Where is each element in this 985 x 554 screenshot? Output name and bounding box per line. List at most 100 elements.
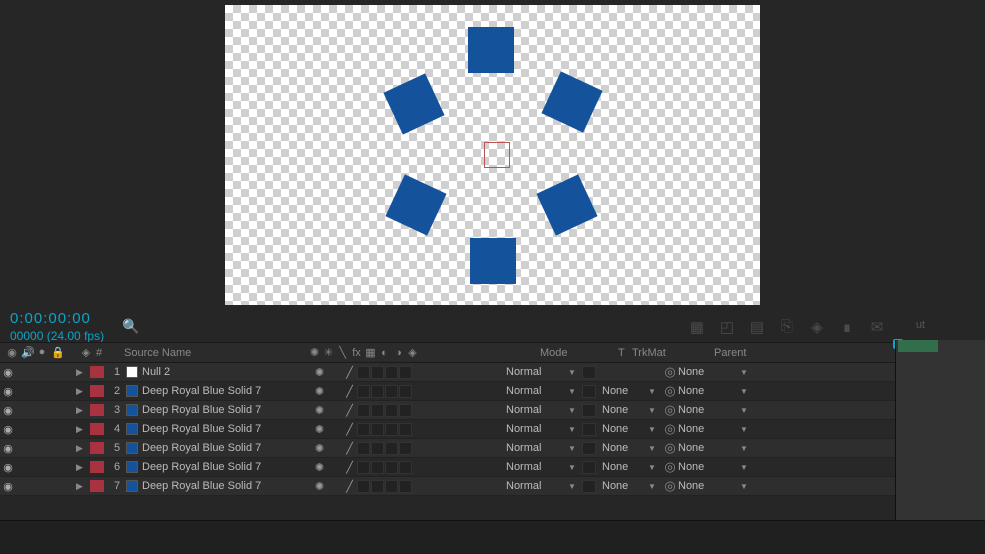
layer-row[interactable]: ◉▶3Deep Royal Blue Solid 7✺╱Normal▼None▼…	[0, 401, 985, 420]
switch-boxes[interactable]	[357, 366, 417, 379]
motion-blur-switch-icon[interactable]: ◐	[378, 347, 391, 359]
toolbar-icon[interactable]: ◰	[719, 318, 735, 336]
visibility-toggle[interactable]: ◉	[0, 480, 16, 493]
parent-dropdown[interactable]: None	[678, 385, 740, 397]
parent-dropdown[interactable]: None	[678, 461, 740, 473]
quality-switch[interactable]: ╱	[342, 461, 357, 474]
mode-header[interactable]: Mode	[530, 347, 618, 359]
layer-row[interactable]: ◉▶5Deep Royal Blue Solid 7✺╱Normal▼None▼…	[0, 439, 985, 458]
pickwhip-icon[interactable]: ◎	[662, 478, 678, 494]
chevron-down-icon[interactable]: ▼	[648, 425, 662, 434]
twirl-icon[interactable]: ▶	[76, 367, 90, 378]
switch-boxes[interactable]	[357, 404, 417, 417]
chevron-down-icon[interactable]: ▼	[568, 406, 582, 415]
preserve-transparency-toggle[interactable]	[582, 480, 596, 493]
parent-header[interactable]: Parent	[708, 347, 828, 359]
layer-row[interactable]: ◉▶1Null 2✺╱Normal▼◎None▼	[0, 363, 985, 382]
toolbar-icon[interactable]: ⎘	[779, 318, 795, 336]
chevron-down-icon[interactable]: ▼	[568, 482, 582, 491]
visibility-toggle[interactable]: ◉	[0, 423, 16, 436]
chevron-down-icon[interactable]: ▼	[568, 368, 582, 377]
twirl-icon[interactable]: ▶	[76, 405, 90, 416]
chevron-down-icon[interactable]: ▼	[740, 368, 754, 377]
fx-switch-icon[interactable]: fx	[350, 347, 363, 359]
chevron-down-icon[interactable]: ▼	[648, 482, 662, 491]
label-color[interactable]	[90, 423, 104, 435]
chevron-down-icon[interactable]: ▼	[648, 444, 662, 453]
track-matte-dropdown[interactable]: None	[602, 461, 648, 473]
visibility-toggle[interactable]: ◉	[0, 404, 16, 417]
blend-mode-dropdown[interactable]: Normal	[506, 366, 568, 378]
layer-row[interactable]: ◉▶7Deep Royal Blue Solid 7✺╱Normal▼None▼…	[0, 477, 985, 496]
visibility-toggle[interactable]: ◉	[0, 385, 16, 398]
lock-header-icon[interactable]: 🔒	[51, 346, 63, 359]
shy-switch[interactable]: ✺	[312, 404, 327, 417]
chevron-down-icon[interactable]: ▼	[568, 387, 582, 396]
shape-layer-square[interactable]	[468, 27, 514, 73]
blend-mode-dropdown[interactable]: Normal	[506, 442, 568, 454]
chevron-down-icon[interactable]: ▼	[740, 425, 754, 434]
shy-switch[interactable]: ✺	[312, 461, 327, 474]
audio-header-icon[interactable]: 🔊	[21, 346, 33, 359]
chevron-down-icon[interactable]: ▼	[740, 387, 754, 396]
chevron-down-icon[interactable]: ▼	[568, 463, 582, 472]
twirl-icon[interactable]: ▶	[76, 386, 90, 397]
preserve-transparency-toggle[interactable]	[582, 366, 596, 379]
adjustment-switch-icon[interactable]: ◑	[392, 347, 405, 359]
preserve-transparency-toggle[interactable]	[582, 404, 596, 417]
trkmat-header[interactable]: TrkMat	[632, 347, 708, 359]
parent-dropdown[interactable]: None	[678, 404, 740, 416]
parent-dropdown[interactable]: None	[678, 480, 740, 492]
layer-row[interactable]: ◉▶4Deep Royal Blue Solid 7✺╱Normal▼None▼…	[0, 420, 985, 439]
switch-boxes[interactable]	[357, 442, 417, 455]
toolbar-icon[interactable]: ◈	[809, 318, 825, 336]
quality-switch[interactable]: ╱	[342, 366, 357, 379]
label-color[interactable]	[90, 461, 104, 473]
parent-dropdown[interactable]: None	[678, 366, 740, 378]
timeline-track-area[interactable]	[895, 340, 985, 520]
source-name[interactable]: Deep Royal Blue Solid 7	[142, 461, 312, 473]
shy-switch-icon[interactable]: ✺	[308, 346, 321, 359]
switch-boxes[interactable]	[357, 480, 417, 493]
chevron-down-icon[interactable]: ▼	[740, 406, 754, 415]
blend-mode-dropdown[interactable]: Normal	[506, 404, 568, 416]
label-color[interactable]	[90, 366, 104, 378]
preserve-transparency-toggle[interactable]	[582, 442, 596, 455]
chevron-down-icon[interactable]: ▼	[568, 444, 582, 453]
composition-canvas[interactable]	[225, 5, 760, 305]
shape-layer-square[interactable]	[383, 73, 444, 134]
toolbar-icon[interactable]: ▦	[689, 318, 705, 336]
layer-row[interactable]: ◉▶6Deep Royal Blue Solid 7✺╱Normal▼None▼…	[0, 458, 985, 477]
shy-switch[interactable]: ✺	[312, 366, 327, 379]
twirl-icon[interactable]: ▶	[76, 443, 90, 454]
twirl-icon[interactable]: ▶	[76, 462, 90, 473]
twirl-icon[interactable]: ▶	[76, 481, 90, 492]
chevron-down-icon[interactable]: ▼	[648, 387, 662, 396]
toolbar-icon[interactable]: ▤	[749, 318, 765, 336]
solo-header-icon[interactable]: ●	[36, 346, 48, 359]
label-color[interactable]	[90, 404, 104, 416]
shy-switch[interactable]: ✺	[312, 480, 327, 493]
track-matte-dropdown[interactable]: None	[602, 423, 648, 435]
track-matte-dropdown[interactable]: None	[602, 480, 648, 492]
preserve-transparency-toggle[interactable]	[582, 385, 596, 398]
switch-boxes[interactable]	[357, 423, 417, 436]
quality-switch-icon[interactable]: ╲	[336, 346, 349, 359]
collapse-switch-icon[interactable]: ✳	[322, 346, 335, 359]
pickwhip-icon[interactable]: ◎	[662, 383, 678, 399]
quality-switch[interactable]: ╱	[342, 423, 357, 436]
label-header-icon[interactable]: ◈	[76, 346, 96, 359]
search-icon[interactable]: 🔍	[122, 318, 139, 335]
toolbar-icon[interactable]: ∎	[839, 318, 855, 336]
chevron-down-icon[interactable]: ▼	[648, 463, 662, 472]
source-name[interactable]: Deep Royal Blue Solid 7	[142, 423, 312, 435]
index-header[interactable]: #	[96, 347, 120, 359]
chevron-down-icon[interactable]: ▼	[740, 482, 754, 491]
quality-switch[interactable]: ╱	[342, 385, 357, 398]
visibility-toggle[interactable]: ◉	[0, 442, 16, 455]
frame-blend-switch-icon[interactable]: ▦	[364, 346, 377, 359]
preserve-t-header[interactable]: T	[618, 347, 632, 359]
shape-layer-square[interactable]	[385, 174, 446, 235]
quality-switch[interactable]: ╱	[342, 442, 357, 455]
blend-mode-dropdown[interactable]: Normal	[506, 461, 568, 473]
